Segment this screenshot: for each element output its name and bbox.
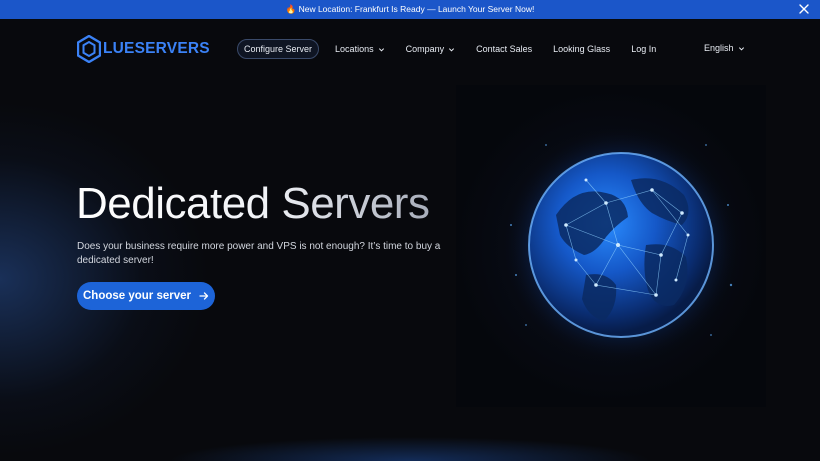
globe-icon xyxy=(501,125,741,365)
announcement-bar[interactable]: 🔥 New Location: Frankfurt Is Ready — Lau… xyxy=(0,0,820,19)
nav-label: Contact Sales xyxy=(476,44,533,54)
chevron-down-icon xyxy=(449,47,455,51)
nav-label: Locations xyxy=(335,44,374,54)
page-body: LUESERVERS Configure Server Locations Co… xyxy=(0,19,820,461)
nav-looking-glass[interactable]: Looking Glass xyxy=(553,44,610,54)
close-icon[interactable] xyxy=(798,3,810,15)
announcement-text[interactable]: 🔥 New Location: Frankfurt Is Ready — Lau… xyxy=(286,4,535,15)
nav-configure-server[interactable]: Configure Server xyxy=(237,39,320,59)
nav-label: Looking Glass xyxy=(553,44,611,54)
hero-title: Dedicated Servers xyxy=(76,179,430,228)
chevron-down-icon xyxy=(738,46,744,50)
nav-contact-sales[interactable]: Contact Sales xyxy=(476,44,532,54)
hero-description: Does your business require more power an… xyxy=(77,241,441,266)
brand-name: LUESERVERS xyxy=(103,40,210,57)
nav-label: Configure Server xyxy=(244,44,313,54)
hexagon-logo-icon xyxy=(77,35,101,63)
nav-company[interactable]: Company xyxy=(406,44,456,54)
language-selector[interactable]: English xyxy=(704,43,745,53)
main-nav: Configure Server Locations Company Conta… xyxy=(237,39,656,59)
choose-server-button[interactable]: Choose your server xyxy=(77,282,215,310)
chevron-down-icon xyxy=(378,47,384,51)
language-label: English xyxy=(704,43,734,53)
nav-label: Company xyxy=(405,44,445,54)
cta-label: Choose your server xyxy=(82,290,191,302)
nav-locations[interactable]: Locations xyxy=(335,44,385,54)
globe-illustration xyxy=(456,85,766,407)
nav-log-in[interactable]: Log In xyxy=(631,44,656,54)
arrow-right-icon xyxy=(199,292,209,300)
brand-logo[interactable]: LUESERVERS xyxy=(77,35,210,63)
nav-label: Log In xyxy=(631,44,657,54)
